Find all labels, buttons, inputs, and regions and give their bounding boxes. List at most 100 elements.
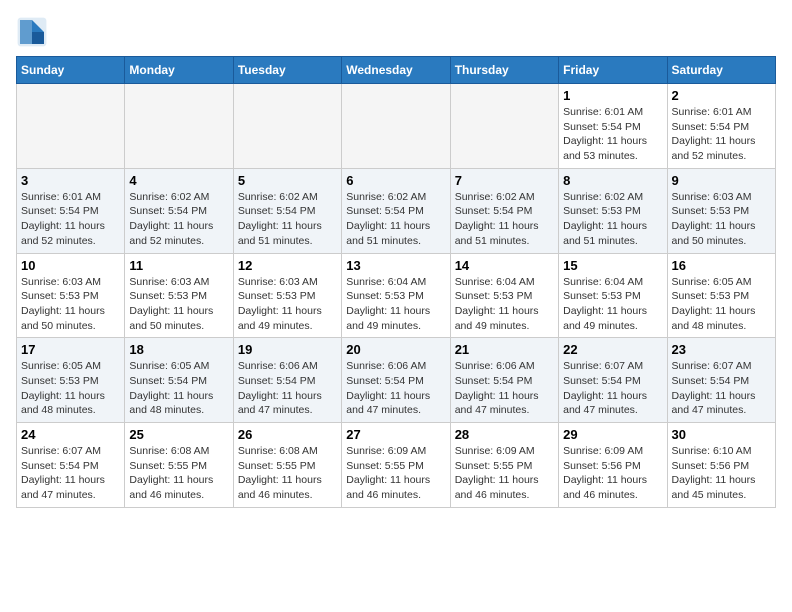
day-info: Sunrise: 6:02 AMSunset: 5:54 PMDaylight:…: [129, 190, 228, 249]
day-number: 6: [346, 173, 445, 188]
calendar-week-row: 17 Sunrise: 6:05 AMSunset: 5:53 PMDayligh…: [17, 338, 776, 423]
calendar-cell: 7 Sunrise: 6:02 AMSunset: 5:54 PMDaylight…: [450, 168, 558, 253]
day-number: 15: [563, 258, 662, 273]
day-number: 3: [21, 173, 120, 188]
day-number: 17: [21, 342, 120, 357]
day-info: Sunrise: 6:07 AMSunset: 5:54 PMDaylight:…: [21, 444, 120, 503]
weekday-header: Thursday: [450, 57, 558, 84]
day-number: 27: [346, 427, 445, 442]
day-info: Sunrise: 6:07 AMSunset: 5:54 PMDaylight:…: [672, 359, 771, 418]
day-info: Sunrise: 6:09 AMSunset: 5:56 PMDaylight:…: [563, 444, 662, 503]
calendar-cell: 9 Sunrise: 6:03 AMSunset: 5:53 PMDaylight…: [667, 168, 775, 253]
day-info: Sunrise: 6:05 AMSunset: 5:53 PMDaylight:…: [21, 359, 120, 418]
day-number: 29: [563, 427, 662, 442]
calendar-cell: 5Sunrise: 6:02 AMSunset: 5:54 PMDaylight…: [233, 168, 341, 253]
calendar-header-row: SundayMondayTuesdayWednesdayThursdayFrid…: [17, 57, 776, 84]
calendar-cell: 4 Sunrise: 6:02 AMSunset: 5:54 PMDaylight…: [125, 168, 233, 253]
calendar-cell: 22Sunrise: 6:07 AMSunset: 5:54 PMDayligh…: [559, 338, 667, 423]
day-info: Sunrise: 6:06 AMSunset: 5:54 PMDaylight:…: [346, 359, 445, 418]
calendar-cell: 15 Sunrise: 6:04 AMSunset: 5:53 PMDayligh…: [559, 253, 667, 338]
calendar-cell: 12 Sunrise: 6:03 AMSunset: 5:53 PMDayligh…: [233, 253, 341, 338]
weekday-header: Saturday: [667, 57, 775, 84]
logo-icon: [16, 16, 48, 48]
day-info: Sunrise: 6:04 AMSunset: 5:53 PMDaylight:…: [455, 275, 554, 334]
calendar-cell: 8 Sunrise: 6:02 AMSunset: 5:53 PMDaylight…: [559, 168, 667, 253]
day-number: 13: [346, 258, 445, 273]
calendar-cell: 3 Sunrise: 6:01 AMSunset: 5:54 PMDaylight…: [17, 168, 125, 253]
calendar-week-row: 1 Sunrise: 6:01 AMSunset: 5:54 PMDaylight…: [17, 84, 776, 169]
calendar-cell: [233, 84, 341, 169]
day-number: 2: [672, 88, 771, 103]
day-number: 11: [129, 258, 228, 273]
calendar-cell: 2 Sunrise: 6:01 AMSunset: 5:54 PMDaylight…: [667, 84, 775, 169]
day-number: 8: [563, 173, 662, 188]
day-info: Sunrise: 6:01 AMSunset: 5:54 PMDaylight:…: [563, 105, 662, 164]
logo: [16, 16, 52, 48]
day-info: Sunrise: 6:02 AMSunset: 5:54 PMDaylight:…: [346, 190, 445, 249]
day-number: 14: [455, 258, 554, 273]
day-info: Sunrise: 6:03 AMSunset: 5:53 PMDaylight:…: [672, 190, 771, 249]
day-number: 12: [238, 258, 337, 273]
day-number: 24: [21, 427, 120, 442]
day-info: Sunrise: 6:05 AMSunset: 5:54 PMDaylight:…: [129, 359, 228, 418]
day-number: 19: [238, 342, 337, 357]
calendar-cell: [125, 84, 233, 169]
day-number: 28: [455, 427, 554, 442]
calendar-cell: 23 Sunrise: 6:07 AMSunset: 5:54 PMDayligh…: [667, 338, 775, 423]
calendar-cell: 14 Sunrise: 6:04 AMSunset: 5:53 PMDayligh…: [450, 253, 558, 338]
day-info: Sunrise: 6:06 AMSunset: 5:54 PMDaylight:…: [238, 359, 337, 418]
day-number: 7: [455, 173, 554, 188]
calendar-cell: [342, 84, 450, 169]
calendar-cell: [17, 84, 125, 169]
calendar-cell: 27Sunrise: 6:09 AMSunset: 5:55 PMDayligh…: [342, 423, 450, 508]
weekday-header: Monday: [125, 57, 233, 84]
day-info: Sunrise: 6:08 AMSunset: 5:55 PMDaylight:…: [238, 444, 337, 503]
calendar-cell: 24 Sunrise: 6:07 AMSunset: 5:54 PMDayligh…: [17, 423, 125, 508]
calendar-cell: 1 Sunrise: 6:01 AMSunset: 5:54 PMDaylight…: [559, 84, 667, 169]
calendar-week-row: 24 Sunrise: 6:07 AMSunset: 5:54 PMDayligh…: [17, 423, 776, 508]
calendar-cell: 21Sunrise: 6:06 AMSunset: 5:54 PMDayligh…: [450, 338, 558, 423]
day-number: 10: [21, 258, 120, 273]
day-info: Sunrise: 6:02 AMSunset: 5:54 PMDaylight:…: [455, 190, 554, 249]
day-info: Sunrise: 6:01 AMSunset: 5:54 PMDaylight:…: [672, 105, 771, 164]
calendar-cell: 20 Sunrise: 6:06 AMSunset: 5:54 PMDayligh…: [342, 338, 450, 423]
day-info: Sunrise: 6:05 AMSunset: 5:53 PMDaylight:…: [672, 275, 771, 334]
calendar-cell: [450, 84, 558, 169]
day-info: Sunrise: 6:04 AMSunset: 5:53 PMDaylight:…: [563, 275, 662, 334]
calendar-week-row: 3 Sunrise: 6:01 AMSunset: 5:54 PMDaylight…: [17, 168, 776, 253]
day-info: Sunrise: 6:03 AMSunset: 5:53 PMDaylight:…: [129, 275, 228, 334]
day-info: Sunrise: 6:03 AMSunset: 5:53 PMDaylight:…: [238, 275, 337, 334]
day-info: Sunrise: 6:04 AMSunset: 5:53 PMDaylight:…: [346, 275, 445, 334]
calendar-cell: 13 Sunrise: 6:04 AMSunset: 5:53 PMDayligh…: [342, 253, 450, 338]
calendar-cell: 10Sunrise: 6:03 AMSunset: 5:53 PMDayligh…: [17, 253, 125, 338]
day-number: 18: [129, 342, 228, 357]
calendar-week-row: 10 Sunrise: 6:03 AMSunset: 5:53 PMDayligh…: [17, 253, 776, 338]
calendar-cell: 30 Sunrise: 6:10 AMSunset: 5:56 PMDayligh…: [667, 423, 775, 508]
weekday-header: Friday: [559, 57, 667, 84]
weekday-header: Wednesday: [342, 57, 450, 84]
day-info: Sunrise: 6:02 AMSunset: 5:53 PMDaylight:…: [563, 190, 662, 249]
calendar-cell: 29 Sunrise: 6:09 AMSunset: 5:56 PMDayligh…: [559, 423, 667, 508]
day-number: 4: [129, 173, 228, 188]
day-info: Sunrise: 6:09 AMSunset: 5:55 PMDaylight:…: [455, 444, 554, 503]
calendar-cell: 19 Sunrise: 6:06 AMSunset: 5:54 PMDayligh…: [233, 338, 341, 423]
calendar-cell: 28 Sunrise: 6:09 AMSunset: 5:55 PMDayligh…: [450, 423, 558, 508]
calendar-cell: 11 Sunrise: 6:03 AMSunset: 5:53 PMDayligh…: [125, 253, 233, 338]
calendar-cell: 16 Sunrise: 6:05 AMSunset: 5:53 PMDayligh…: [667, 253, 775, 338]
day-info: Sunrise: 6:08 AMSunset: 5:55 PMDaylight:…: [129, 444, 228, 503]
day-number: 30: [672, 427, 771, 442]
day-number: 21: [455, 342, 554, 357]
calendar-cell: 25Sunrise: 6:08 AMSunset: 5:55 PMDayligh…: [125, 423, 233, 508]
day-number: 20: [346, 342, 445, 357]
day-number: 9: [672, 173, 771, 188]
day-number: 22: [563, 342, 662, 357]
day-info: Sunrise: 6:10 AMSunset: 5:56 PMDaylight:…: [672, 444, 771, 503]
day-number: 1: [563, 88, 662, 103]
day-number: 16: [672, 258, 771, 273]
weekday-header: Tuesday: [233, 57, 341, 84]
day-info: Sunrise: 6:01 AMSunset: 5:54 PMDaylight:…: [21, 190, 120, 249]
calendar-cell: 18 Sunrise: 6:05 AMSunset: 5:54 PMDayligh…: [125, 338, 233, 423]
page-header: [16, 16, 776, 48]
day-number: 23: [672, 342, 771, 357]
day-number: 5: [238, 173, 337, 188]
